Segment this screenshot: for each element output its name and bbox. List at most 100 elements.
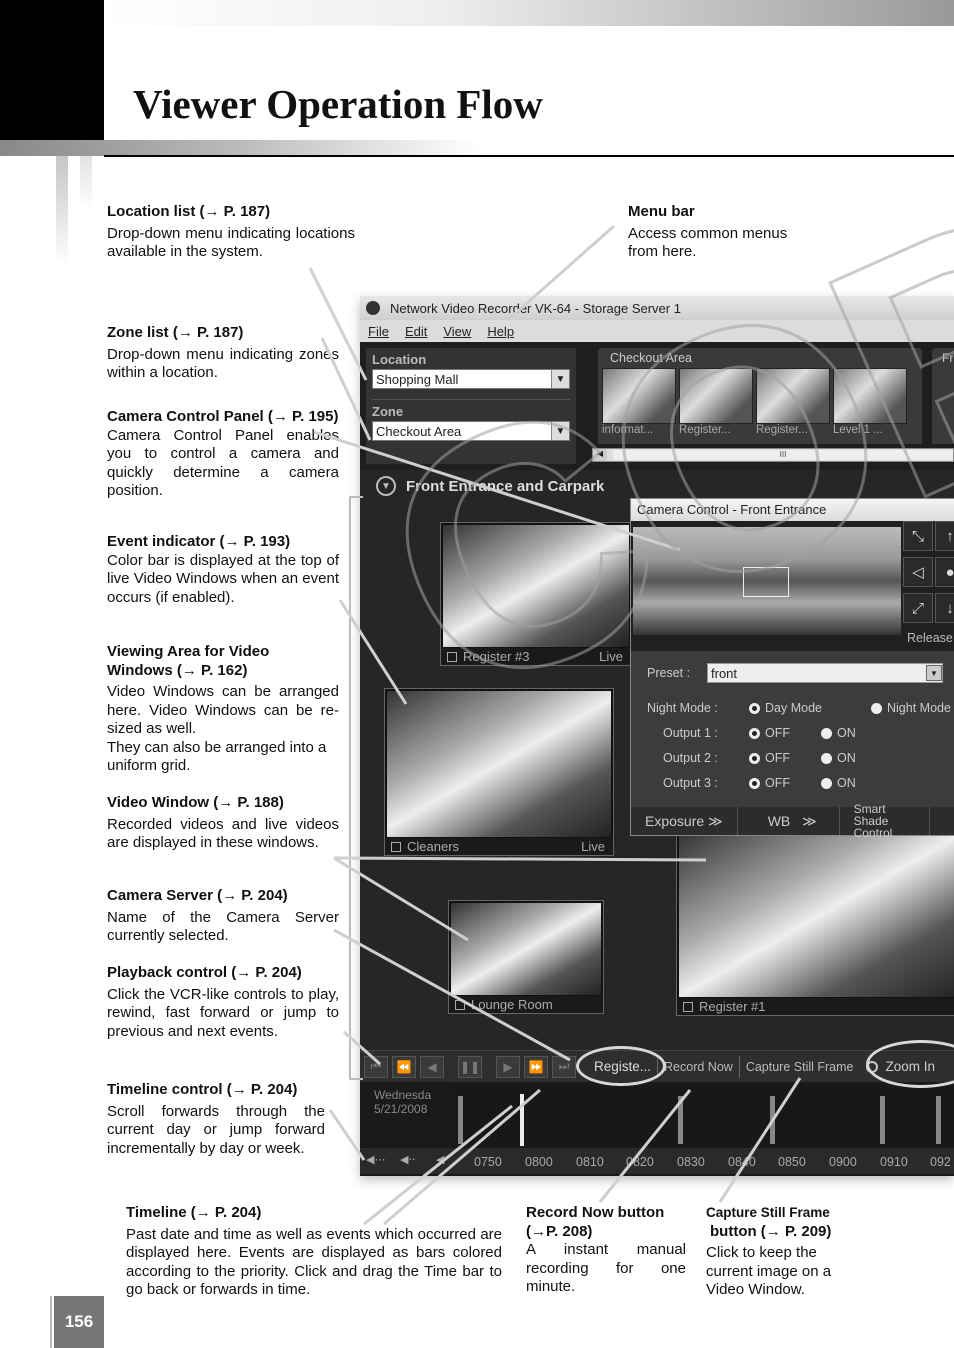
annotation-body: Recorded videos and live videos are disp… [107, 815, 339, 852]
event-bar[interactable] [458, 1096, 463, 1144]
radio-label: ON [837, 751, 856, 765]
menu-icon[interactable] [455, 999, 465, 1010]
output-on-radio[interactable]: ON [821, 751, 856, 765]
output-label: Output 1 : [663, 726, 718, 740]
chevron-down-icon[interactable]: ▼ [926, 665, 942, 681]
radio-icon[interactable] [821, 727, 832, 739]
timeline-day: Wednesda [374, 1088, 432, 1102]
tab-exposure[interactable]: Exposure ≫ [631, 807, 738, 835]
menu-edit[interactable]: Edit [405, 324, 427, 339]
video-window[interactable]: Lounge Room [448, 900, 604, 1014]
annotation-body: Past date and time as well as events whi… [126, 1225, 502, 1299]
radio-icon[interactable] [871, 702, 882, 714]
radio-icon[interactable] [749, 777, 760, 789]
annotation-body: Scroll forwards through the current day … [107, 1102, 325, 1157]
radio-label: Night Mode [887, 701, 951, 715]
menu-file[interactable]: File [368, 324, 389, 339]
annotation-capture-still: Capture Still Frame button (→ P. 209) Cl… [706, 1204, 848, 1300]
time-cursor[interactable] [520, 1094, 524, 1146]
event-bar[interactable] [880, 1096, 885, 1144]
radio-icon[interactable] [821, 752, 832, 764]
output-off-radio[interactable]: OFF [749, 751, 790, 765]
tab-label: WB [767, 813, 791, 829]
timeline-tick: 092 [930, 1155, 951, 1169]
timeline-tick: 0810 [576, 1155, 604, 1169]
output-off-radio[interactable]: OFF [749, 726, 790, 740]
annotation-title: button (→ P. 209) [710, 1222, 832, 1240]
radio-label: OFF [765, 751, 790, 765]
record-now-button[interactable]: Record Now [657, 1055, 739, 1078]
header-gradient-bar [0, 140, 480, 156]
focus-icon[interactable]: ↓ [935, 593, 954, 623]
backlight-icon[interactable]: ⤢ [903, 593, 933, 623]
radio-label: ON [837, 726, 856, 740]
event-bar[interactable] [770, 1096, 775, 1144]
radio-icon[interactable] [749, 702, 760, 714]
annotation-title: Event indicator (→ P. 193) [107, 533, 291, 550]
step-back-icon[interactable]: ◀ [420, 1055, 444, 1078]
video-window-bar: Lounge Room [449, 996, 603, 1013]
annotation-camera-control-panel: Camera Control Panel (→ P. 195) Camera C… [107, 408, 339, 501]
tab-smart-shade[interactable]: Smart Shade Control [840, 803, 930, 839]
annotation-title: Timeline control (→ P. 204) [107, 1081, 298, 1098]
jump-start-icon[interactable]: ⏮ [364, 1055, 388, 1078]
menu-icon[interactable] [391, 841, 401, 852]
annotation-body: Camera Control Panel enables you to cont… [107, 426, 339, 500]
radio-icon[interactable] [821, 777, 832, 789]
tab-label: Exposure [645, 813, 705, 829]
radio-label: OFF [765, 776, 790, 790]
video-window-status: Live [581, 839, 605, 854]
annotation-title: Record Now button (→P. 208) [526, 1204, 665, 1240]
tab-wb[interactable]: WB ≫ [738, 807, 840, 835]
menu-help[interactable]: Help [487, 324, 514, 339]
timeline-tick: 0840 [728, 1155, 756, 1169]
event-bar[interactable] [936, 1096, 941, 1144]
video-window-bar: Cleaners Live [385, 838, 613, 855]
jump-back-day-icon[interactable]: ◀⋅⋅ [400, 1153, 428, 1171]
viewing-area-bracket [349, 496, 363, 1080]
scroll-back-icon[interactable]: ◀ [436, 1153, 464, 1171]
annotation-body: Drop-down menu indicating locations avai… [107, 224, 355, 261]
jump-end-icon[interactable]: ⏭ [552, 1055, 576, 1078]
header-block [0, 0, 104, 140]
jump-back-week-icon[interactable]: ◀⋯ [366, 1153, 394, 1171]
menu-view[interactable]: View [443, 324, 471, 339]
radio-label: Day Mode [765, 701, 822, 715]
annotation-body: Video Windows can be arranged here. Vide… [107, 683, 339, 737]
annotation-title: Camera Server (→ P. 204) [107, 887, 288, 904]
video-window-name: Register #1 [699, 999, 766, 1014]
chevron-down-icon: ≫ [801, 812, 817, 829]
video-window[interactable]: Register #1 [676, 830, 954, 1016]
timeline[interactable]: Wednesda 5/21/2008 ◀⋯ ◀⋅⋅ ◀ 0750 0800 08… [360, 1082, 954, 1176]
preset-dropdown[interactable]: front ▼ [707, 663, 943, 683]
annotation-body: Drop-down menu indicating zones within a… [107, 345, 339, 382]
output-label: Output 2 : [663, 751, 718, 765]
app-logo-icon [366, 301, 380, 315]
radio-icon[interactable] [749, 727, 760, 739]
annotation-timeline-control: Timeline control (→ P. 204) Scroll forwa… [107, 1081, 325, 1158]
video-image [451, 903, 601, 995]
pause-icon[interactable]: ❚❚ [458, 1055, 482, 1078]
output-off-radio[interactable]: OFF [749, 776, 790, 790]
annotation-playback-control: Playback control (→ P. 204) Click the VC… [107, 964, 339, 1041]
annotation-title: Video Window (→ P. 188) [107, 794, 284, 811]
video-window-name: Cleaners [407, 839, 460, 854]
output-on-radio[interactable]: ON [821, 776, 856, 790]
timeline-track[interactable] [450, 1086, 954, 1146]
night-mode-radio[interactable]: Night Mode [871, 701, 951, 715]
event-bar[interactable] [678, 1096, 683, 1144]
page-number-rule [50, 1296, 52, 1348]
radio-icon[interactable] [749, 752, 760, 764]
capture-still-frame-button[interactable]: Capture Still Frame [738, 1055, 860, 1078]
day-mode-radio[interactable]: Day Mode [749, 701, 822, 715]
output-on-radio[interactable]: ON [821, 726, 856, 740]
video-window-name: Lounge Room [471, 997, 553, 1012]
release-button[interactable]: Release [907, 631, 953, 645]
step-forward-icon[interactable]: ▶ [496, 1055, 520, 1078]
annotation-zone-list: Zone list (→ P. 187) Drop-down menu indi… [107, 324, 339, 383]
radio-label: OFF [765, 726, 790, 740]
menu-icon[interactable] [683, 1001, 693, 1012]
rewind-icon[interactable]: ⏪ [392, 1055, 416, 1078]
timeline-tick: 0900 [829, 1155, 857, 1169]
fast-forward-icon[interactable]: ⏩ [524, 1055, 548, 1078]
